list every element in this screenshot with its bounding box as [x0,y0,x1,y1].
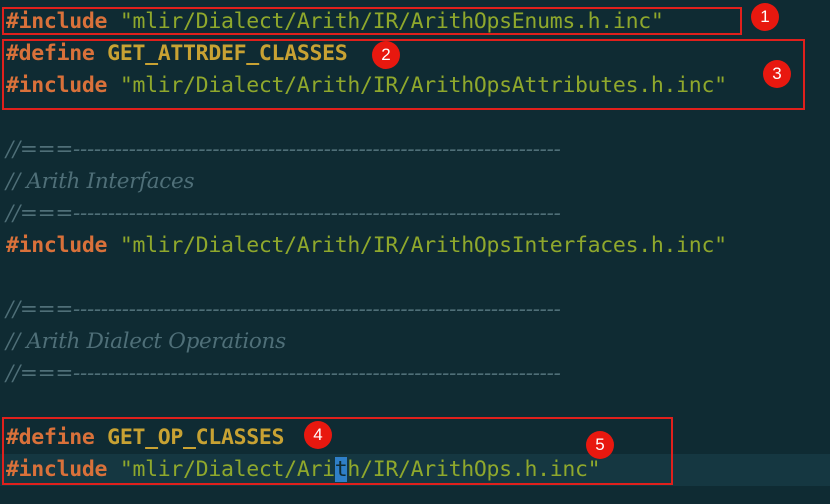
annotation-badge-2: 2 [372,41,400,69]
annotation-box-1 [2,7,742,35]
code-line-5[interactable]: //===-----------------------------------… [6,134,561,166]
code-line-10[interactable]: //===-----------------------------------… [6,294,561,326]
code-line-8[interactable]: #include "mlir/Dialect/Arith/IR/ArithOps… [6,230,727,262]
code-line-12[interactable]: //===-----------------------------------… [6,358,561,390]
annotation-badge-1: 1 [751,3,779,31]
annotation-box-4-5 [2,417,673,485]
annotation-badge-3: 3 [763,60,791,88]
code-line-6[interactable]: // Arith Interfaces [6,166,194,198]
annotation-badge-5: 5 [586,431,614,459]
annotation-badge-4: 4 [304,421,332,449]
include-directive: #include [6,233,108,258]
code-line-11[interactable]: // Arith Dialect Operations [6,326,286,358]
code-line-7[interactable]: //===-----------------------------------… [6,198,561,230]
code-editor[interactable]: #include "mlir/Dialect/Arith/IR/ArithOps… [0,0,830,504]
annotation-box-2-3 [2,39,805,110]
include-path: "mlir/Dialect/Arith/IR/ArithOpsInterface… [119,233,727,258]
